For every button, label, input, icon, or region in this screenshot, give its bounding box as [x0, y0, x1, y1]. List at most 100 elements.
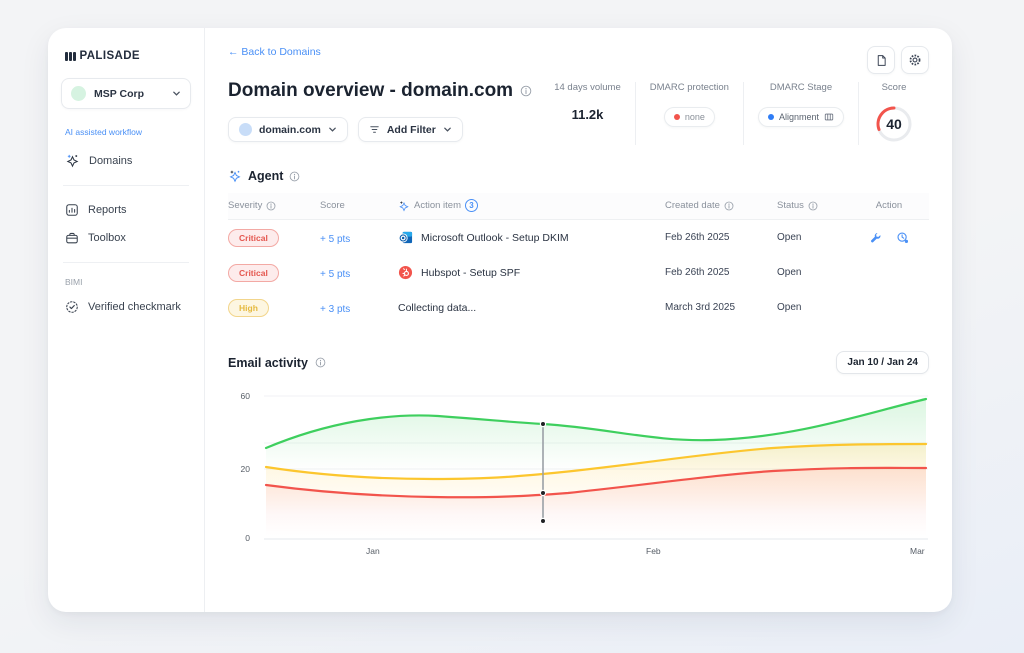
- info-icon[interactable]: [289, 171, 300, 182]
- sidebar-item-label: Reports: [88, 204, 127, 216]
- x-axis-tick: Mar: [910, 546, 925, 556]
- email-activity-chart: 60 20 0 Jan Feb Mar: [228, 386, 929, 568]
- x-axis-tick: Feb: [646, 546, 661, 556]
- action-item-name: Microsoft Outlook - Setup DKIM: [421, 232, 569, 244]
- action-item-count-badge: 3: [465, 199, 478, 212]
- gear-icon: [908, 53, 922, 67]
- sidebar-item-domains[interactable]: Domains: [48, 146, 204, 175]
- score-points: + 5 pts: [320, 269, 350, 280]
- stat-volume-value: 11.2k: [554, 107, 621, 122]
- info-icon[interactable]: [315, 357, 326, 368]
- stat-protection-label: DMARC protection: [650, 82, 729, 93]
- sparkles-icon: [228, 169, 242, 183]
- severity-badge: Critical: [228, 229, 279, 247]
- filter-icon: [369, 124, 380, 135]
- stat-volume: 14 days volume 11.2k: [540, 82, 635, 145]
- stat-score: Score 40: [859, 82, 929, 145]
- sidebar-item-label: Domains: [89, 155, 132, 167]
- agent-table-header: Severity Score Action item 3 Created dat…: [228, 193, 929, 220]
- agent-title-row: Agent: [228, 169, 929, 183]
- sparkles-icon: [398, 200, 410, 212]
- table-row[interactable]: Critical + 5 pts Hubspot - Setup SPF Feb…: [228, 255, 929, 290]
- col-score: Score: [320, 200, 345, 211]
- main-content: ← Back to Domains: [205, 28, 952, 612]
- sidebar: PALISADE MSP Corp AI assisted workflow D…: [48, 28, 205, 612]
- toolbox-icon: [65, 231, 79, 245]
- sidebar-divider: [63, 185, 189, 186]
- score-value: 40: [873, 103, 915, 145]
- col-action-item: Action item: [414, 200, 461, 211]
- table-row[interactable]: High + 3 pts Collecting data... March 3r…: [228, 290, 929, 325]
- sidebar-item-reports[interactable]: Reports: [48, 196, 204, 224]
- settings-button[interactable]: [901, 46, 929, 74]
- col-action: Action: [876, 200, 902, 211]
- page-title: Domain overview - domain.com: [228, 80, 513, 102]
- status-dot-blue: [768, 114, 774, 120]
- sidebar-section-label: AI assisted workflow: [48, 127, 204, 137]
- workspace-avatar: [71, 86, 86, 101]
- app-logo-text: PALISADE: [80, 50, 141, 62]
- sidebar-bimi-label: BIMI: [48, 277, 204, 287]
- palisade-logo-icon: [65, 52, 76, 61]
- outlook-icon: [398, 230, 413, 245]
- agent-section: Agent Severity Score Action ite: [228, 169, 929, 325]
- date-range-button[interactable]: Jan 10 / Jan 24: [836, 351, 929, 374]
- verified-checkmark-icon: [65, 300, 79, 314]
- map-icon: [824, 112, 834, 122]
- document-button[interactable]: [867, 46, 895, 74]
- chevron-down-icon: [328, 125, 337, 134]
- sidebar-item-toolbox[interactable]: Toolbox: [48, 224, 204, 252]
- protection-status-pill: none: [664, 107, 715, 127]
- sidebar-item-verified-checkmark[interactable]: Verified checkmark: [48, 293, 204, 321]
- stage-pill[interactable]: Alignment: [758, 107, 844, 127]
- table-row[interactable]: Critical + 5 pts Microsoft Outlook - Set…: [228, 220, 929, 255]
- col-created-date: Created date: [665, 200, 720, 211]
- sidebar-divider: [63, 262, 189, 263]
- stat-score-label: Score: [873, 82, 915, 93]
- status-dot-red: [674, 114, 680, 120]
- score-points: + 5 pts: [320, 234, 350, 245]
- sparkles-icon: [65, 153, 80, 168]
- agent-title: Agent: [248, 169, 283, 183]
- action-item-name: Collecting data...: [398, 302, 476, 314]
- snooze-history-icon[interactable]: [896, 231, 909, 244]
- action-item-name: Hubspot - Setup SPF: [421, 267, 520, 279]
- stat-stage-label: DMARC Stage: [758, 82, 844, 93]
- app-window: PALISADE MSP Corp AI assisted workflow D…: [48, 28, 952, 612]
- protection-status-value: none: [685, 112, 705, 122]
- workspace-selector[interactable]: MSP Corp: [61, 78, 191, 109]
- add-filter-button[interactable]: Add Filter: [358, 117, 463, 142]
- email-activity-section: Email activity Jan 10 / Jan 24 60 20 0 J…: [228, 351, 929, 568]
- score-points: + 3 pts: [320, 304, 350, 315]
- chevron-down-icon: [172, 89, 181, 98]
- info-icon[interactable]: [520, 85, 532, 97]
- domain-select[interactable]: domain.com: [228, 117, 348, 142]
- x-axis-tick: Jan: [366, 546, 380, 556]
- marker-dot: [540, 421, 545, 426]
- info-icon[interactable]: [808, 201, 818, 211]
- app-logo: PALISADE: [48, 50, 204, 62]
- sidebar-item-label: Verified checkmark: [88, 301, 181, 313]
- stat-volume-label: 14 days volume: [554, 82, 621, 93]
- created-date: Feb 26th 2025: [665, 232, 777, 243]
- info-icon[interactable]: [724, 201, 734, 211]
- fix-wrench-icon[interactable]: [869, 231, 882, 244]
- y-axis-tick: 0: [228, 533, 250, 543]
- marker-dot: [540, 490, 545, 495]
- created-date: Feb 26th 2025: [665, 267, 777, 278]
- page-title-row: Domain overview - domain.com: [228, 80, 540, 102]
- severity-badge: Critical: [228, 264, 279, 282]
- stage-value: Alignment: [779, 112, 819, 122]
- add-filter-label: Add Filter: [387, 124, 436, 136]
- score-gauge: 40: [873, 103, 915, 145]
- stat-dmarc-protection: DMARC protection none: [636, 82, 743, 145]
- marker-dot: [540, 518, 545, 523]
- sidebar-item-label: Toolbox: [88, 232, 126, 244]
- domain-avatar: [239, 123, 252, 136]
- status-value: Open: [777, 267, 849, 278]
- back-to-domains-link[interactable]: ← Back to Domains: [228, 46, 321, 58]
- reports-icon: [65, 203, 79, 217]
- info-icon[interactable]: [266, 201, 276, 211]
- email-activity-title: Email activity: [228, 356, 308, 370]
- y-axis-tick: 60: [228, 391, 250, 401]
